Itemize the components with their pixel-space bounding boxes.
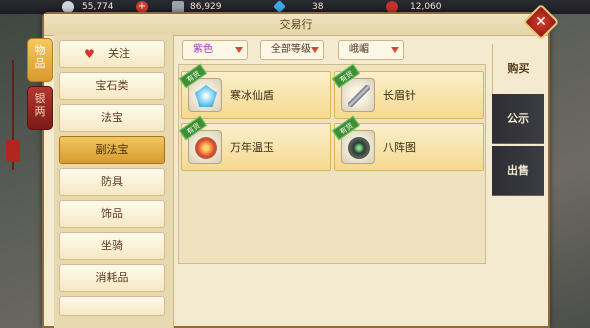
item-card[interactable]: 有货 寒冰仙盾 xyxy=(178,63,331,119)
category-more[interactable] xyxy=(59,296,165,316)
item-name: 万年温玉 xyxy=(230,141,274,154)
item-card[interactable]: 有货 万年温玉 xyxy=(178,115,331,171)
tab-buy[interactable]: 购买 xyxy=(492,44,544,94)
category-armor[interactable]: 防具 xyxy=(59,168,165,196)
tab-sell-label: 出售 xyxy=(507,164,529,177)
tab-items[interactable]: 物品 xyxy=(27,38,53,82)
category-label: 关注 xyxy=(108,47,130,60)
category-consumables[interactable]: 消耗品 xyxy=(59,264,165,292)
tab-buy-label: 购买 xyxy=(507,62,530,75)
jade-lotus-icon xyxy=(195,137,217,159)
tab-notice[interactable]: 公示 xyxy=(492,94,544,144)
quality-dropdown[interactable]: 紫色 xyxy=(182,40,248,60)
heart-icon: ♥ xyxy=(84,47,95,61)
category-label: 副法宝 xyxy=(95,143,129,156)
item-grid: 有货 寒冰仙盾 有货 长眉针 有货 万年温玉 有货 八阵图 xyxy=(178,63,486,264)
category-accessories[interactable]: 饰品 xyxy=(59,200,165,228)
item-name: 长眉针 xyxy=(383,89,416,102)
category-list[interactable]: ♥ 关注 宝石类 法宝 副法宝 防具 饰品 坐骑 消耗品 xyxy=(54,34,174,328)
category-label: 防具 xyxy=(101,175,123,188)
tab-silver[interactable]: 银两 xyxy=(27,86,53,130)
tab-notice-label: 公示 xyxy=(507,112,529,125)
category-label: 饰品 xyxy=(101,207,123,220)
category-secondary-treasure[interactable]: 副法宝 xyxy=(59,136,165,164)
level-dropdown[interactable]: 全部等级 xyxy=(260,40,324,60)
category-mounts[interactable]: 坐骑 xyxy=(59,232,165,260)
chevron-down-icon xyxy=(391,47,399,53)
item-name: 八阵图 xyxy=(383,141,416,154)
quality-value: 紫色 xyxy=(193,44,213,55)
item-name: 寒冰仙盾 xyxy=(230,89,274,102)
category-favorites[interactable]: ♥ 关注 xyxy=(59,40,165,68)
red-tassel-decoration xyxy=(6,140,20,162)
category-gems[interactable]: 宝石类 xyxy=(59,72,165,100)
tab-sell[interactable]: 出售 xyxy=(492,146,544,196)
category-label: 宝石类 xyxy=(95,79,129,92)
chevron-down-icon xyxy=(235,47,243,53)
category-label: 法宝 xyxy=(101,111,123,124)
sect-value: 峨嵋 xyxy=(349,44,369,55)
diamond-icon xyxy=(273,0,286,13)
category-magic-treasure[interactable]: 法宝 xyxy=(59,104,165,132)
category-label: 坐骑 xyxy=(101,239,123,252)
item-card[interactable]: 有货 长眉针 xyxy=(331,63,484,119)
chevron-down-icon xyxy=(311,47,319,53)
tab-items-label: 物品 xyxy=(34,44,46,70)
ice-shield-icon xyxy=(195,85,217,107)
window-title: 交易行 xyxy=(44,14,548,36)
item-card[interactable]: 有货 八阵图 xyxy=(331,115,484,171)
category-label: 消耗品 xyxy=(95,271,129,284)
needle-icon xyxy=(348,85,370,107)
formation-disc-icon xyxy=(348,137,370,159)
level-value: 全部等级 xyxy=(271,44,311,55)
tab-silver-label: 银两 xyxy=(34,92,46,118)
close-icon: ✕ xyxy=(535,14,547,30)
sect-dropdown[interactable]: 峨嵋 xyxy=(338,40,404,60)
